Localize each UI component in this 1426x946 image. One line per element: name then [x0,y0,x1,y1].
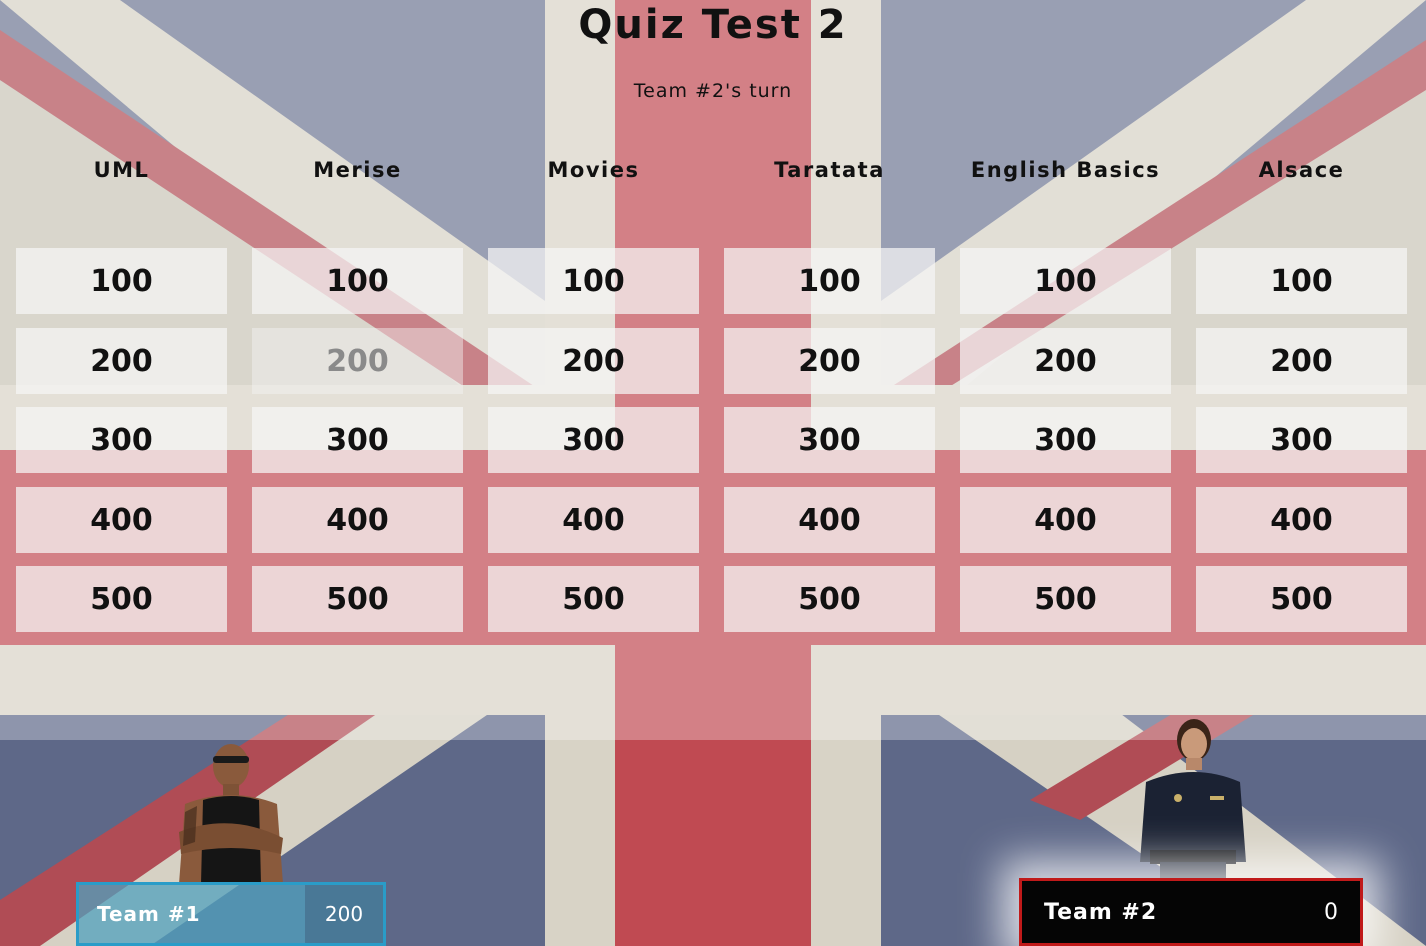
question-cell[interactable]: 200 [1196,328,1407,394]
question-cell[interactable]: 500 [1196,566,1407,632]
question-cell[interactable]: 200 [488,328,699,394]
question-cell[interactable]: 300 [488,407,699,473]
question-cell[interactable]: 200 [16,328,227,394]
question-cell[interactable]: 100 [16,248,227,314]
turn-indicator: Team #2's turn [633,80,793,102]
question-cell[interactable]: 100 [960,248,1171,314]
question-cell[interactable]: 300 [1196,407,1407,473]
question-cell[interactable]: 100 [724,248,935,314]
question-cell[interactable]: 300 [252,407,463,473]
question-cell[interactable]: 500 [960,566,1171,632]
team1-scoreboard: Team #1 200 [76,882,386,946]
question-cell[interactable]: 300 [724,407,935,473]
category-movies: Movies [547,158,640,182]
question-cell[interactable]: 300 [960,407,1171,473]
category-uml: UML [93,158,150,182]
question-cell[interactable]: 500 [488,566,699,632]
question-cell[interactable]: 200 [724,328,935,394]
quiz-title: Quiz Test 2 [578,2,848,48]
question-cell[interactable]: 500 [252,566,463,632]
team2-name: Team #2 [1044,899,1158,925]
question-cell[interactable]: 200 [252,328,463,394]
team2-avatar [1130,712,1256,884]
category-alsace: Alsace [1258,158,1345,182]
category-merise: Merise [313,158,402,182]
category-english-basics: English Basics [970,158,1161,182]
question-cell[interactable]: 400 [1196,487,1407,553]
team1-score: 200 [305,885,383,943]
question-cell[interactable]: 400 [960,487,1171,553]
question-cell[interactable]: 500 [16,566,227,632]
question-cell[interactable]: 100 [252,248,463,314]
team2-score: 0 [1324,899,1338,925]
category-taratata: Taratata [774,158,885,182]
question-cell[interactable]: 400 [16,487,227,553]
team2-scoreboard: Team #2 0 [1019,878,1363,946]
team1-avatar [165,742,297,888]
question-cell[interactable]: 100 [488,248,699,314]
question-cell[interactable]: 400 [488,487,699,553]
question-cell[interactable]: 200 [960,328,1171,394]
question-cell[interactable]: 400 [724,487,935,553]
question-cell[interactable]: 300 [16,407,227,473]
question-cell[interactable]: 400 [252,487,463,553]
question-cell[interactable]: 500 [724,566,935,632]
question-cell[interactable]: 100 [1196,248,1407,314]
team1-name: Team #1 [97,902,201,926]
